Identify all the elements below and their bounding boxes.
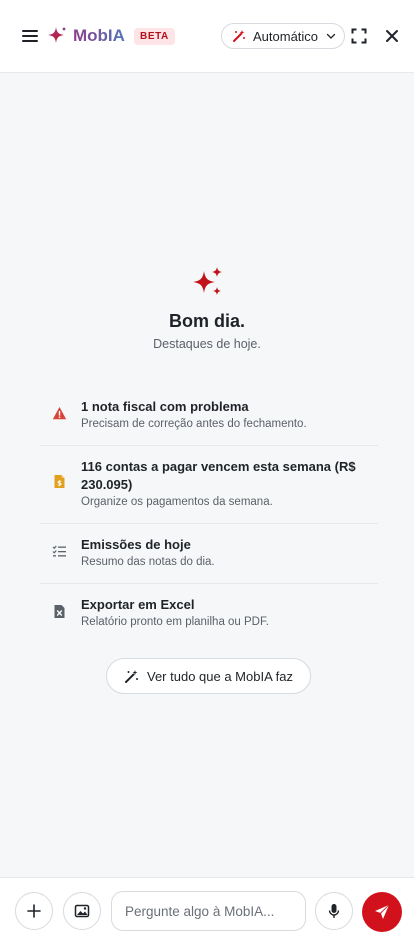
- highlight-item-todays-emissions[interactable]: Emissões de hoje Resumo das notas do dia…: [40, 524, 378, 584]
- highlight-item-bills-due[interactable]: $ 116 contas a pagar vencem esta semana …: [40, 446, 378, 524]
- send-icon: [375, 904, 390, 919]
- warning-icon: [52, 407, 67, 420]
- voice-input-button[interactable]: [315, 892, 353, 930]
- greeting: Bom dia.: [168, 311, 245, 331]
- sparkle-logo-icon: [48, 27, 66, 43]
- highlights-list: 1 nota fiscal com problema Precisam de c…: [40, 386, 378, 643]
- highlight-description: Resumo das notas do dia.: [81, 556, 215, 568]
- mode-label: Automático: [253, 28, 319, 44]
- fullscreen-icon[interactable]: [351, 28, 367, 44]
- add-image-button[interactable]: [63, 892, 101, 930]
- svg-text:$: $: [57, 480, 62, 488]
- highlight-title: 1 nota fiscal com problema: [81, 399, 249, 414]
- chat-composer: [0, 877, 414, 941]
- checklist-icon: [52, 545, 66, 557]
- close-icon[interactable]: [384, 28, 400, 44]
- see-all-features-button[interactable]: Ver tudo que a MobIA faz: [106, 658, 311, 694]
- send-button[interactable]: [362, 892, 402, 932]
- brand-name: MobIA: [73, 26, 125, 45]
- image-icon: [74, 904, 90, 918]
- hamburger-menu-icon[interactable]: [20, 26, 40, 46]
- microphone-icon: [328, 904, 340, 918]
- prompt-input[interactable]: [111, 891, 306, 931]
- greeting-subtitle: Destaques de hoje.: [153, 337, 261, 351]
- sparkles-icon: [193, 267, 222, 295]
- highlight-description: Precisam de correção antes do fechamento…: [81, 418, 307, 430]
- chevron-down-icon: [326, 33, 336, 39]
- highlight-description: Organize os pagamentos da semana.: [81, 496, 273, 508]
- invoice-dollar-icon: $: [54, 475, 65, 488]
- magic-wand-icon: [125, 669, 138, 683]
- highlight-item-invoice-problem[interactable]: 1 nota fiscal com problema Precisam de c…: [40, 386, 378, 446]
- mode-select[interactable]: Automático: [221, 23, 345, 49]
- highlight-title: Emissões de hoje: [81, 537, 191, 552]
- beta-badge: BETA: [134, 28, 175, 45]
- add-attachment-button[interactable]: [15, 892, 53, 930]
- see-all-label: Ver tudo que a MobIA faz: [147, 668, 293, 684]
- magic-wand-icon: [233, 30, 245, 42]
- highlight-item-export-excel[interactable]: Exportar em Excel Relatório pronto em pl…: [40, 584, 378, 643]
- highlight-title: 116 contas a pagar vencem esta semana (R…: [81, 459, 356, 492]
- excel-file-icon: [54, 605, 65, 618]
- app-header: MobIA BETA Automático: [0, 0, 414, 73]
- highlight-description: Relatório pronto em planilha ou PDF.: [81, 616, 269, 628]
- plus-icon: [27, 904, 41, 918]
- highlight-title: Exportar em Excel: [81, 597, 195, 612]
